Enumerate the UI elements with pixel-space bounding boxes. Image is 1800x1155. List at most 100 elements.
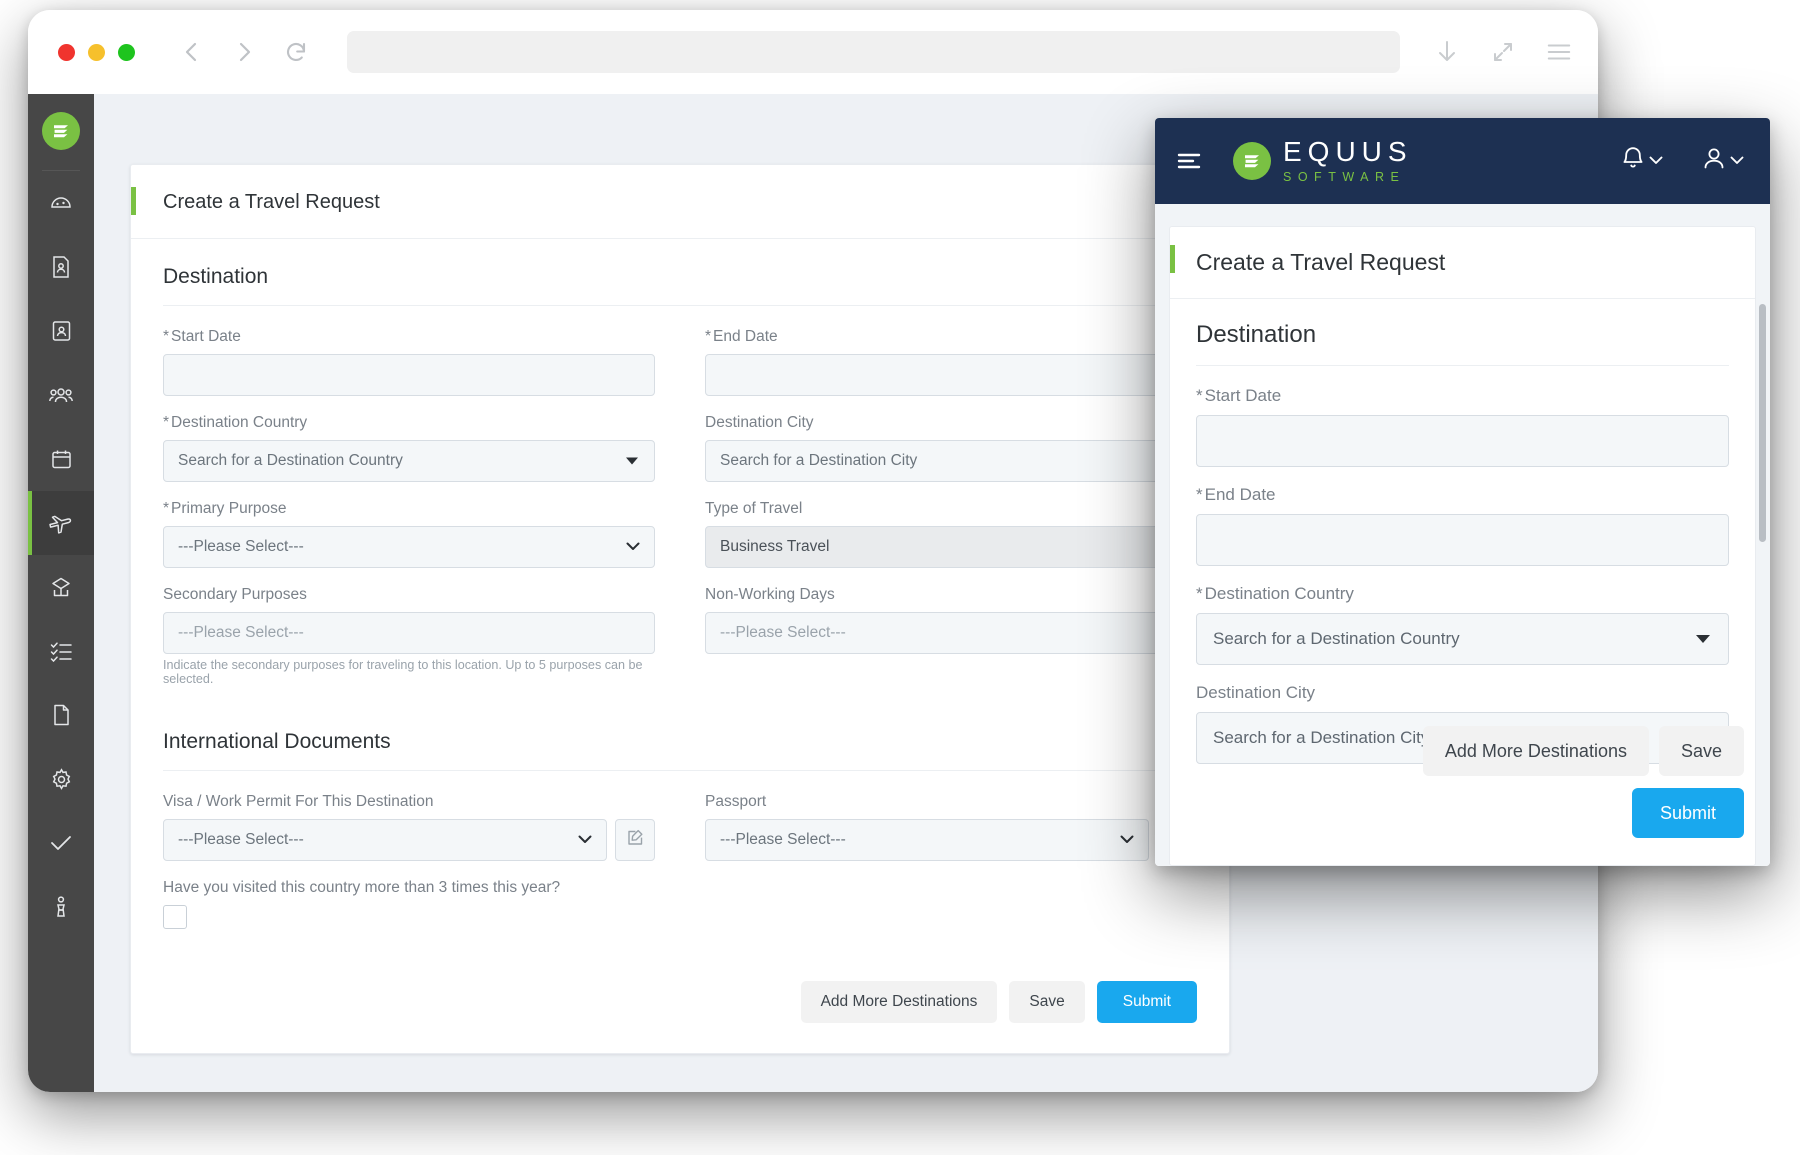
submit-button[interactable]: Submit: [1096, 981, 1197, 1023]
edit-pencil-icon: [627, 829, 644, 851]
mobile-field-start-date: * Start Date: [1196, 386, 1729, 467]
sidebar-item-approvals[interactable]: [28, 811, 94, 875]
mobile-card-header: Create a Travel Request: [1170, 227, 1755, 299]
field-passport: Passport ---Please Select---: [705, 793, 1197, 861]
destination-city-select[interactable]: Search for a Destination City: [705, 440, 1197, 482]
destination-country-select[interactable]: Search for a Destination Country: [163, 440, 655, 482]
sidebar-item-calendar[interactable]: [28, 427, 94, 491]
label-non-working-days: Non-Working Days: [705, 586, 835, 603]
secondary-purposes-select[interactable]: ---Please Select---: [163, 612, 655, 654]
url-input[interactable]: [347, 31, 1400, 73]
user-account-icon: [1701, 145, 1727, 178]
mobile-submit-button[interactable]: Submit: [1631, 788, 1744, 838]
minimize-window-button[interactable]: [88, 43, 105, 61]
sidebar-item-travel[interactable]: [28, 491, 94, 555]
sidebar-item-assignment-document[interactable]: [28, 235, 94, 299]
maximize-window-button[interactable]: [118, 43, 135, 61]
edit-visa-document-button[interactable]: [615, 819, 655, 861]
notifications-bell-button[interactable]: [1620, 145, 1663, 178]
sidebar-item-dashboard[interactable]: [28, 171, 94, 235]
form-row-dates: * Start Date * End Date: [163, 328, 1197, 414]
mobile-label-start-date: * Start Date: [1196, 386, 1282, 405]
close-window-button[interactable]: [58, 43, 75, 61]
field-non-working-days: Non-Working Days ---Please Select---: [705, 586, 1197, 654]
form-row-secondary: Secondary Purposes ---Please Select--- I…: [163, 586, 1197, 704]
download-icon[interactable]: [1434, 39, 1460, 65]
sidebar-item-documents[interactable]: [28, 683, 94, 747]
left-sidebar: [28, 94, 94, 1092]
label-destination-city: Destination City: [705, 414, 814, 431]
field-visited-question: Have you visited this country more than …: [163, 879, 1197, 929]
menu-collapse-icon[interactable]: [1177, 150, 1207, 172]
secondary-purposes-hint: Indicate the secondary purposes for trav…: [163, 658, 643, 686]
sidebar-item-checklist[interactable]: [28, 619, 94, 683]
field-start-date: * Start Date: [163, 328, 655, 396]
mobile-destination-country-select[interactable]: Search for a Destination Country: [1196, 613, 1729, 665]
label-visited-question: Have you visited this country more than …: [163, 879, 561, 896]
sidebar-item-clipboard[interactable]: [28, 299, 94, 363]
forward-chevron-icon[interactable]: [231, 39, 257, 65]
visited-country-checkbox[interactable]: [163, 905, 187, 929]
mobile-brand-logo: EQUUS SOFTWARE: [1233, 138, 1413, 184]
reload-icon[interactable]: [283, 39, 309, 65]
sidebar-item-relocation[interactable]: [28, 555, 94, 619]
end-date-input[interactable]: [705, 354, 1197, 396]
expand-icon[interactable]: [1490, 39, 1516, 65]
visa-work-permit-select[interactable]: ---Please Select---: [163, 819, 607, 861]
hamburger-menu-icon[interactable]: [1546, 39, 1572, 65]
section-title-destination: Destination: [163, 265, 1197, 306]
card-body: Destination * Start Date * End Date * De…: [131, 239, 1229, 1053]
browser-chrome: [28, 10, 1598, 94]
user-account-button[interactable]: [1701, 145, 1744, 178]
mobile-scrollbar[interactable]: [1759, 304, 1766, 542]
mobile-field-end-date: * End Date: [1196, 485, 1729, 566]
mobile-add-more-destinations-button[interactable]: Add More Destinations: [1422, 726, 1649, 776]
chevron-down-icon: [1649, 152, 1663, 170]
back-chevron-icon[interactable]: [179, 39, 205, 65]
field-destination-country: * Destination Country Search for a Destin…: [163, 414, 655, 482]
chevron-down-icon: [1696, 635, 1710, 643]
field-visa-work-permit: Visa / Work Permit For This Destination …: [163, 793, 655, 861]
dashboard-gauge-icon: [49, 191, 73, 215]
add-more-destinations-button[interactable]: Add More Destinations: [800, 981, 998, 1023]
mobile-save-button[interactable]: Save: [1658, 726, 1744, 776]
field-primary-purpose: * Primary Purpose ---Please Select---: [163, 500, 655, 568]
clipboard-person-icon: [50, 319, 73, 343]
checklist-icon: [49, 640, 73, 662]
save-button[interactable]: Save: [1009, 981, 1085, 1023]
browser-toolbar-right: [1434, 39, 1572, 65]
document-person-icon: [50, 255, 72, 279]
mobile-end-date-input[interactable]: [1196, 514, 1729, 566]
travel-request-card: Create a Travel Request Destination * Sta…: [130, 164, 1230, 1054]
people-group-icon: [48, 384, 74, 406]
mobile-start-date-input[interactable]: [1196, 415, 1729, 467]
field-type-of-travel: Type of Travel Business Travel: [705, 500, 1197, 568]
passport-select[interactable]: ---Please Select---: [705, 819, 1149, 861]
field-secondary-purposes: Secondary Purposes ---Please Select--- I…: [163, 586, 655, 686]
type-of-travel-readonly: Business Travel: [705, 526, 1197, 568]
mobile-form-actions: Add More Destinations Save Submit: [1364, 726, 1744, 838]
mobile-card-body: Destination * Start Date * End Date * Desti…: [1170, 299, 1755, 764]
form-row-purpose: * Primary Purpose ---Please Select--- Ty…: [163, 500, 1197, 586]
airplane-icon: [48, 511, 74, 535]
primary-purpose-select[interactable]: ---Please Select---: [163, 526, 655, 568]
field-destination-city: Destination City Search for a Destinatio…: [705, 414, 1197, 482]
mobile-section-title-destination: Destination: [1196, 321, 1729, 366]
form-row-location: * Destination Country Search for a Destin…: [163, 414, 1197, 500]
sidebar-item-people[interactable]: [28, 363, 94, 427]
label-primary-purpose: * Primary Purpose: [163, 500, 287, 517]
sidebar-item-settings[interactable]: [28, 747, 94, 811]
label-type-of-travel: Type of Travel: [705, 500, 803, 517]
chevron-down-icon: [578, 831, 592, 849]
mobile-page-title: Create a Travel Request: [1196, 249, 1446, 275]
required-marker: *: [1196, 386, 1203, 405]
required-marker: *: [705, 328, 712, 345]
mobile-preview-window: EQUUS SOFTWARE Create a Travel Request D…: [1155, 118, 1770, 866]
mobile-label-end-date: * End Date: [1196, 485, 1276, 504]
start-date-input[interactable]: [163, 354, 655, 396]
sidebar-logo[interactable]: [28, 94, 94, 168]
section-title-international-documents: International Documents: [163, 730, 1197, 771]
non-working-days-select[interactable]: ---Please Select---: [705, 612, 1197, 654]
sidebar-item-info[interactable]: [28, 875, 94, 939]
mobile-header-actions: [1620, 145, 1744, 178]
